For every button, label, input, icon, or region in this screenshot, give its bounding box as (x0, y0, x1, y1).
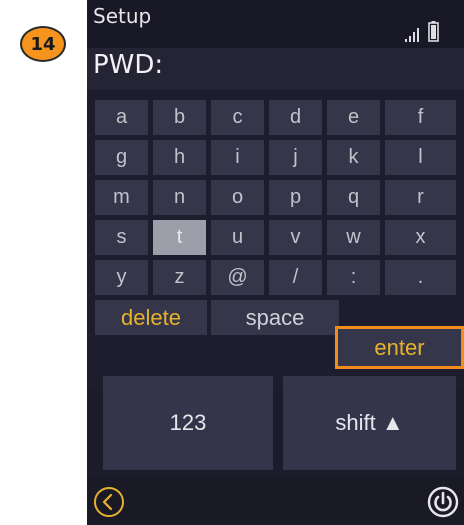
power-icon[interactable] (427, 486, 459, 518)
key-at[interactable]: @ (211, 260, 264, 295)
key-z[interactable]: z (153, 260, 206, 295)
numbers-key[interactable]: 123 (103, 376, 273, 470)
key-h[interactable]: h (153, 140, 206, 175)
key-m[interactable]: m (95, 180, 148, 215)
key-q[interactable]: q (327, 180, 380, 215)
space-key[interactable]: space (211, 300, 339, 335)
screen-title: Setup (93, 4, 152, 28)
bottom-nav-bar (87, 478, 464, 525)
battery-icon (428, 21, 439, 42)
key-slash[interactable]: / (269, 260, 322, 295)
key-n[interactable]: n (153, 180, 206, 215)
key-colon[interactable]: : (327, 260, 380, 295)
step-badge: 14 (20, 26, 66, 62)
key-l[interactable]: l (385, 140, 456, 175)
delete-key[interactable]: delete (95, 300, 207, 335)
key-period[interactable]: . (385, 260, 456, 295)
password-label: PWD: (93, 50, 164, 80)
key-v[interactable]: v (269, 220, 322, 255)
key-c[interactable]: c (211, 100, 264, 135)
key-j[interactable]: j (269, 140, 322, 175)
keyboard: a b c d e f g h i j k l m n o p q r s t … (87, 90, 464, 390)
device-screen: Setup PWD: a b c d e f g h i j k l m n o… (87, 0, 464, 525)
back-chevron-icon[interactable] (93, 486, 125, 518)
key-i[interactable]: i (211, 140, 264, 175)
key-x[interactable]: x (385, 220, 456, 255)
enter-key[interactable]: enter (335, 326, 464, 369)
key-k[interactable]: k (327, 140, 380, 175)
key-u[interactable]: u (211, 220, 264, 255)
key-g[interactable]: g (95, 140, 148, 175)
key-s[interactable]: s (95, 220, 148, 255)
status-bar: Setup (87, 0, 464, 48)
key-o[interactable]: o (211, 180, 264, 215)
key-a[interactable]: a (95, 100, 148, 135)
shift-key[interactable]: shift ▲ (283, 376, 456, 470)
key-e[interactable]: e (327, 100, 380, 135)
signal-bars-icon (405, 28, 419, 42)
key-r[interactable]: r (385, 180, 456, 215)
key-y[interactable]: y (95, 260, 148, 295)
password-field[interactable]: PWD: (87, 48, 464, 90)
key-d[interactable]: d (269, 100, 322, 135)
key-p[interactable]: p (269, 180, 322, 215)
key-t-selected[interactable]: t (153, 220, 206, 255)
key-b[interactable]: b (153, 100, 206, 135)
key-w[interactable]: w (327, 220, 380, 255)
key-f[interactable]: f (385, 100, 456, 135)
